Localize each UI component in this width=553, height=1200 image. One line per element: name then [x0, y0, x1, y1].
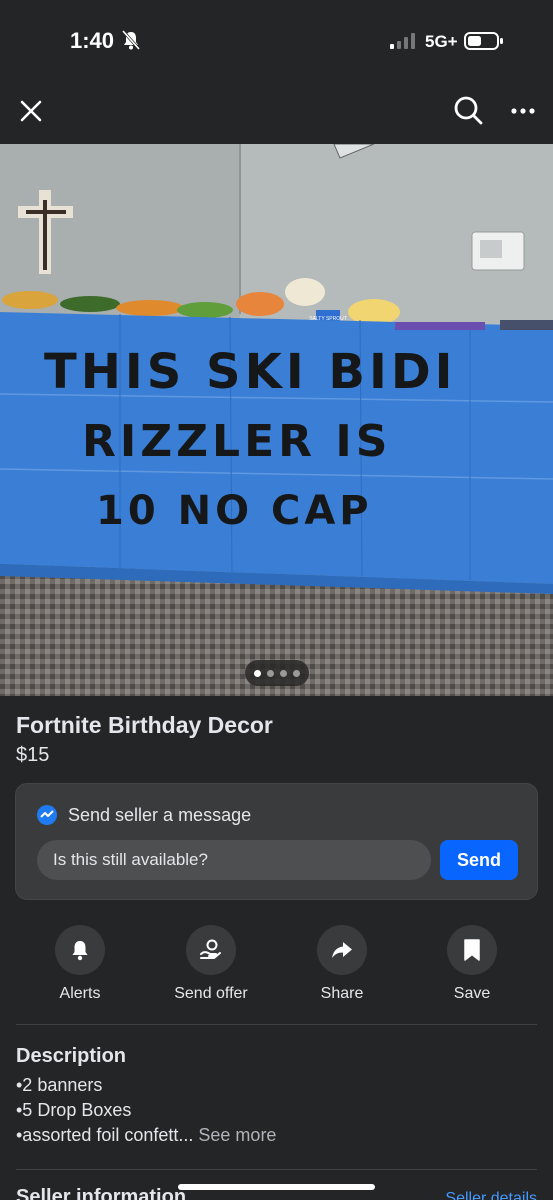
close-icon [20, 100, 42, 122]
close-button[interactable] [12, 92, 50, 130]
send-offer-button[interactable]: Send offer [146, 925, 276, 1003]
share-label: Share [320, 985, 364, 1002]
bookmark-icon [464, 939, 480, 961]
alerts-button[interactable]: Alerts [15, 925, 145, 1003]
search-icon [454, 96, 483, 125]
alerts-circle[interactable] [55, 925, 105, 975]
description-line: •5 Drop Boxes [16, 1100, 132, 1120]
banner-line-1: THIS SKI BIDI [44, 344, 457, 400]
description-title: Description [16, 1045, 127, 1067]
see-more-link[interactable]: See more [198, 1125, 276, 1145]
save-circle[interactable] [447, 925, 497, 975]
silent-bell-icon [122, 30, 140, 50]
save-button[interactable]: Save [407, 925, 537, 1003]
listing-price: $15 [16, 744, 50, 766]
banner-line-2: RIZZLER IS [82, 416, 391, 467]
send-offer-label: Send offer [174, 985, 248, 1002]
share-icon [332, 942, 352, 958]
share-circle[interactable] [317, 925, 367, 975]
top-bar [0, 80, 553, 144]
pager-dot-active[interactable] [254, 669, 261, 677]
network-type: 5G+ [425, 32, 458, 51]
search-button[interactable] [448, 90, 488, 130]
listing-title: Fortnite Birthday Decor [16, 712, 273, 738]
listing-photo[interactable]: SALTY SPROUT THIS SKI BIDI RIZZLER IS 10… [0, 144, 553, 696]
message-seller-card: Send seller a message Send [15, 783, 538, 900]
action-row: Alerts Send offer Share Save [0, 925, 553, 1015]
message-header-label: Send seller a message [68, 804, 252, 825]
alerts-label: Alerts [59, 985, 101, 1002]
section-divider [16, 1169, 537, 1170]
seller-details-link[interactable]: Seller details [445, 1190, 537, 1200]
message-header: Send seller a message [36, 804, 251, 826]
description-line: •2 banners [16, 1075, 103, 1095]
send-button[interactable]: Send [440, 840, 518, 880]
offer-icon [200, 939, 221, 959]
banner-line-3: 10 NO CAP [96, 488, 373, 534]
more-options-button[interactable] [504, 94, 542, 128]
home-indicator[interactable] [178, 1184, 375, 1190]
save-label: Save [453, 985, 491, 1002]
pager-dot[interactable] [267, 669, 274, 677]
description-line-last: •assorted foil confett... See more [16, 1125, 276, 1146]
seller-info-title: Seller information [16, 1186, 187, 1200]
status-bar: 1:40 5G+ [0, 0, 553, 80]
pager-dot[interactable] [280, 669, 287, 677]
section-divider [16, 1024, 537, 1025]
photo-pager[interactable] [245, 660, 309, 686]
bell-icon [72, 941, 88, 961]
send-offer-circle[interactable] [186, 925, 236, 975]
listing-photo-image: SALTY SPROUT THIS SKI BIDI RIZZLER IS 10… [0, 144, 553, 696]
battery-icon [464, 32, 503, 50]
message-input[interactable] [37, 840, 431, 880]
status-time: 1:40 [70, 28, 115, 53]
more-icon [511, 108, 535, 114]
messenger-icon [37, 805, 57, 825]
share-button[interactable]: Share [277, 925, 407, 1003]
pager-dot[interactable] [293, 669, 300, 677]
signal-icon [390, 33, 415, 49]
description-line-text: •assorted foil confett... [16, 1125, 194, 1145]
